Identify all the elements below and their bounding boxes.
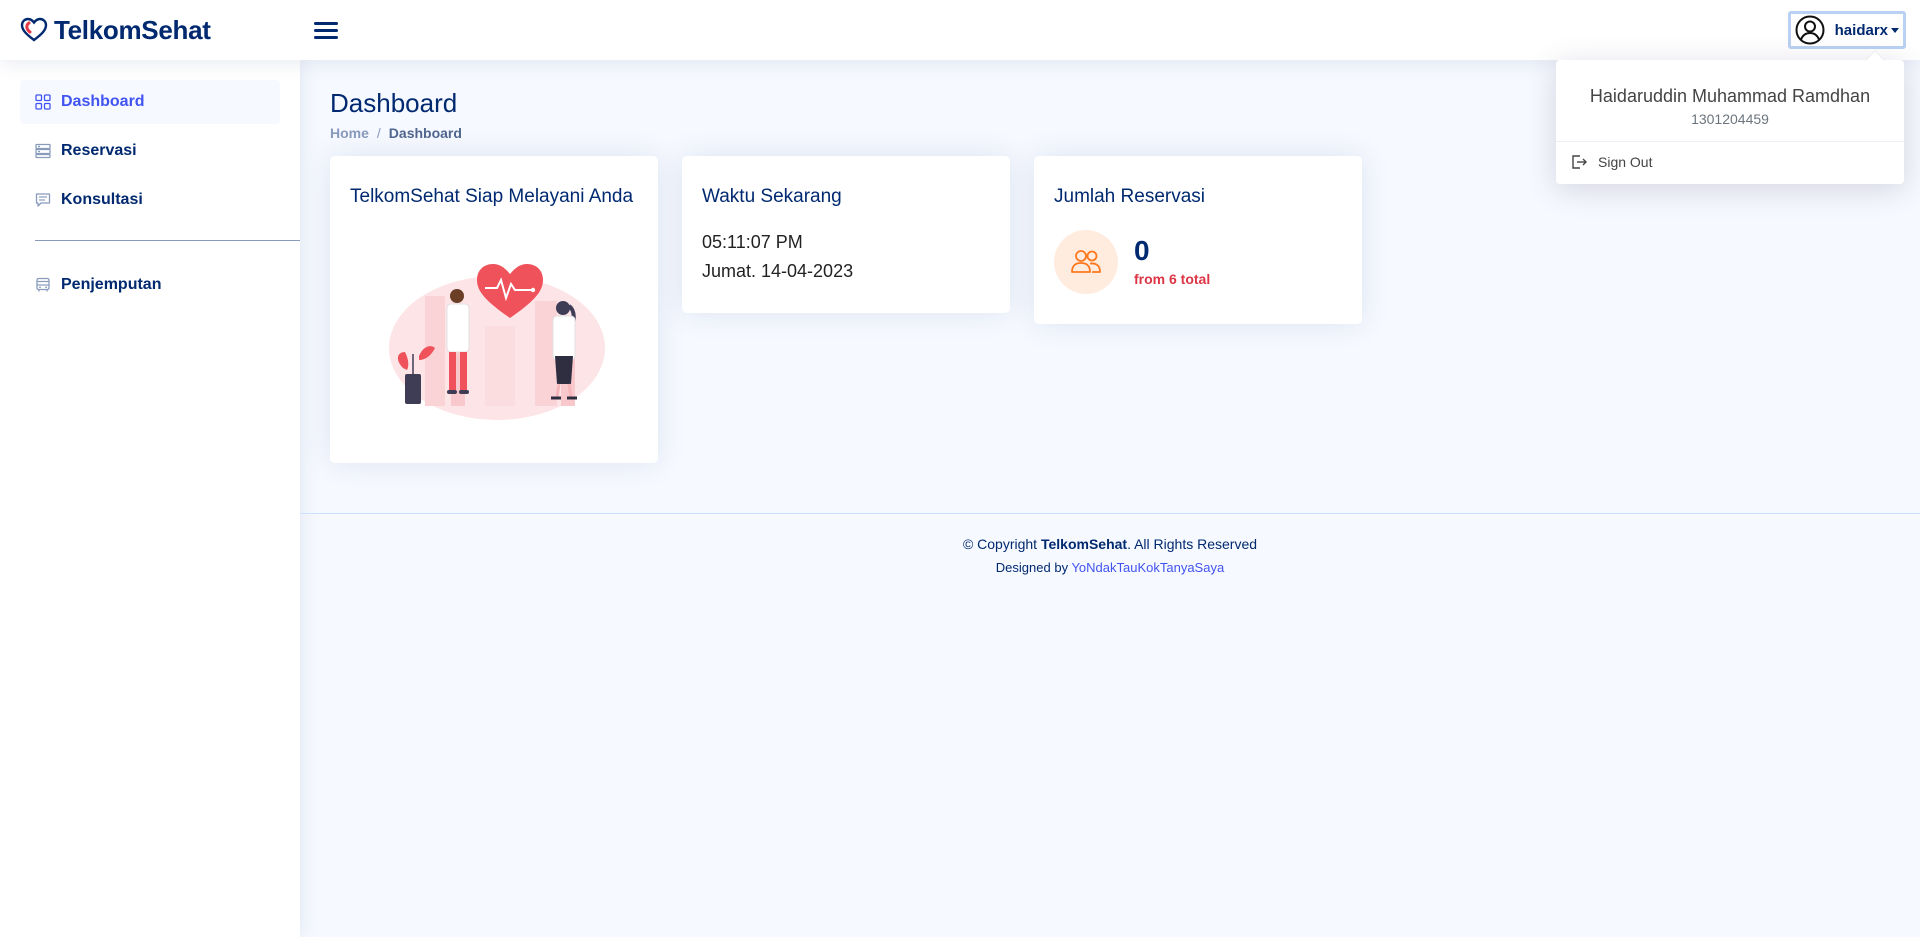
reservation-count: 0 xyxy=(1134,235,1150,266)
hamburger-line xyxy=(314,29,338,32)
page-title: Dashboard xyxy=(330,88,458,118)
sidebar-item-label: Reservasi xyxy=(61,142,137,159)
sign-out-icon xyxy=(1572,155,1587,169)
list-icon xyxy=(35,143,51,159)
profile-dropdown-toggle[interactable]: haidarx xyxy=(1787,11,1906,49)
chat-icon xyxy=(35,193,51,207)
copyright-brand: TelkomSehat xyxy=(1040,536,1128,552)
current-time: 05:11:07 PM xyxy=(702,232,803,252)
people-icon xyxy=(1054,230,1118,294)
welcome-card: TelkomSehat Siap Melayani Anda xyxy=(330,156,658,463)
reservation-values: 0 from 6 total xyxy=(1134,235,1211,288)
reservation-total: from 6 total xyxy=(1134,271,1211,287)
chevron-down-icon xyxy=(1891,27,1899,33)
main-content: Dashboard Home / Dashboard TelkomSehat S… xyxy=(300,60,1920,937)
breadcrumb-separator: / xyxy=(376,125,381,141)
credits-text: Designed by YoNdakTauKokTanyaSaya xyxy=(300,560,1920,575)
sidebar-divider xyxy=(35,240,300,241)
user-nim: 1301204459 xyxy=(1691,111,1769,127)
current-time-card: Waktu Sekarang 05:11:07 PM Jumat. 14-04-… xyxy=(682,156,1010,313)
welcome-card-title: TelkomSehat Siap Melayani Anda xyxy=(350,186,634,207)
sidebar-item-konsultasi[interactable]: Konsultasi xyxy=(20,178,280,222)
sidebar-item-dashboard[interactable]: Dashboard xyxy=(20,80,280,124)
user-circle-icon xyxy=(1795,15,1825,45)
doctors-heart-illustration xyxy=(389,264,605,420)
sidebar-item-penjemputan[interactable]: Penjemputan xyxy=(20,263,280,307)
sidebar-item-label: Penjemputan xyxy=(61,276,162,293)
breadcrumb-current: Dashboard xyxy=(388,125,462,141)
top-header: TelkomSehat haidarx xyxy=(0,0,1920,60)
brand-name: TelkomSehat xyxy=(54,14,211,45)
current-date: Jumat. 14-04-2023 xyxy=(702,261,854,281)
sidebar-item-label: Konsultasi xyxy=(61,191,143,208)
reservation-count-card: Jumlah Reservasi 0 from 6 total xyxy=(1034,156,1362,324)
hamburger-line xyxy=(314,36,338,39)
sign-out-button[interactable]: Sign Out xyxy=(1556,142,1904,182)
people-glyph xyxy=(1071,250,1101,273)
copyright-text: © Copyright TelkomSehat. All Rights Rese… xyxy=(300,536,1920,552)
copyright-suffix: . All Rights Reserved xyxy=(1127,536,1258,552)
user-full-name: Haidaruddin Muhammad Ramdhan xyxy=(1589,86,1871,106)
designer-link[interactable]: YoNdakTauKokTanyaSaya xyxy=(1071,560,1224,575)
breadcrumb-home-link[interactable]: Home xyxy=(330,125,369,141)
breadcrumb: Home / Dashboard xyxy=(330,125,462,141)
heart-logo-icon xyxy=(20,17,48,42)
bus-icon xyxy=(36,277,50,292)
page-title-block: Dashboard Home / Dashboard xyxy=(330,88,462,141)
designed-by-prefix: Designed by xyxy=(995,560,1072,575)
grid-icon xyxy=(35,94,51,110)
reservation-stats: 0 from 6 total xyxy=(1054,230,1342,294)
hamburger-line xyxy=(314,22,338,25)
sidebar-item-label: Dashboard xyxy=(61,93,145,110)
toggle-sidebar-button[interactable] xyxy=(314,19,340,41)
sign-out-label: Sign Out xyxy=(1598,154,1653,170)
logo[interactable]: TelkomSehat xyxy=(20,15,300,46)
sidebar: Dashboard Reservasi Konsultasi Penjemput… xyxy=(0,60,300,937)
copyright-prefix: © Copyright xyxy=(962,536,1041,552)
footer: © Copyright TelkomSehat. All Rights Rese… xyxy=(300,513,1920,575)
profile-dropdown-menu: Haidaruddin Muhammad Ramdhan 1301204459 … xyxy=(1556,60,1904,184)
profile-username: haidarx xyxy=(1834,21,1888,39)
sidebar-item-reservasi[interactable]: Reservasi xyxy=(20,129,280,173)
profile-dropdown-header: Haidaruddin Muhammad Ramdhan 1301204459 xyxy=(1556,60,1904,142)
current-time-card-title: Waktu Sekarang xyxy=(702,186,842,207)
reservation-card-title: Jumlah Reservasi xyxy=(1054,186,1205,207)
